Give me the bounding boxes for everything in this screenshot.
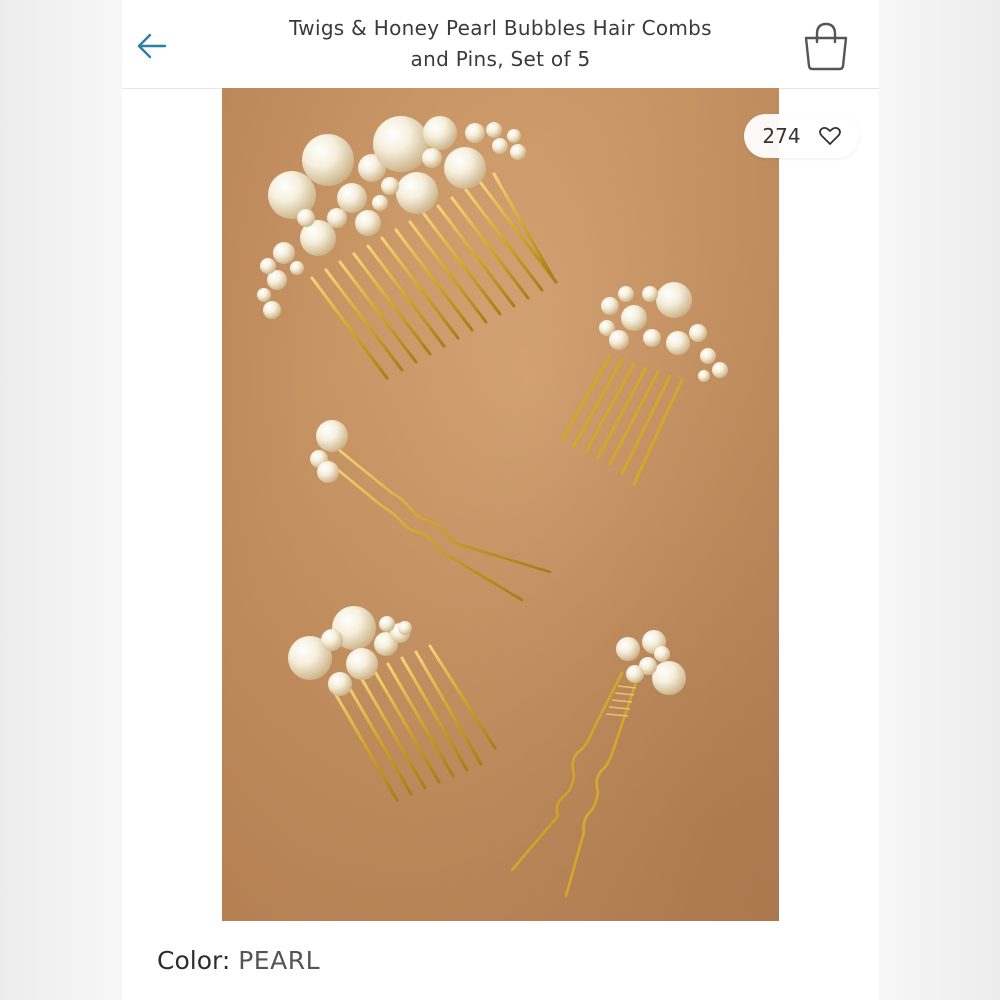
like-button[interactable]: 274	[744, 114, 859, 158]
page-title: Twigs & Honey Pearl Bubbles Hair Combs a…	[242, 13, 759, 75]
left-margin	[0, 0, 122, 1000]
right-margin	[878, 0, 1000, 1000]
title-line-1: Twigs & Honey Pearl Bubbles Hair Combs	[289, 16, 712, 40]
shopping-bag-icon	[804, 22, 848, 71]
color-selection: Color: PEARL	[157, 946, 320, 975]
title-line-2: and Pins, Set of 5	[410, 47, 591, 71]
product-image[interactable]	[222, 88, 779, 921]
top-bar: Twigs & Honey Pearl Bubbles Hair Combs a…	[122, 0, 879, 89]
color-value: PEARL	[238, 946, 320, 975]
back-button[interactable]	[134, 28, 170, 64]
hair-accessories-illustration	[222, 88, 779, 921]
color-label: Color:	[157, 946, 231, 975]
likes-count: 274	[762, 124, 801, 148]
heart-icon	[818, 126, 841, 145]
shopping-bag-button[interactable]	[800, 20, 852, 72]
product-screen: Twigs & Honey Pearl Bubbles Hair Combs a…	[122, 0, 879, 1000]
arrow-left-icon	[137, 33, 167, 59]
